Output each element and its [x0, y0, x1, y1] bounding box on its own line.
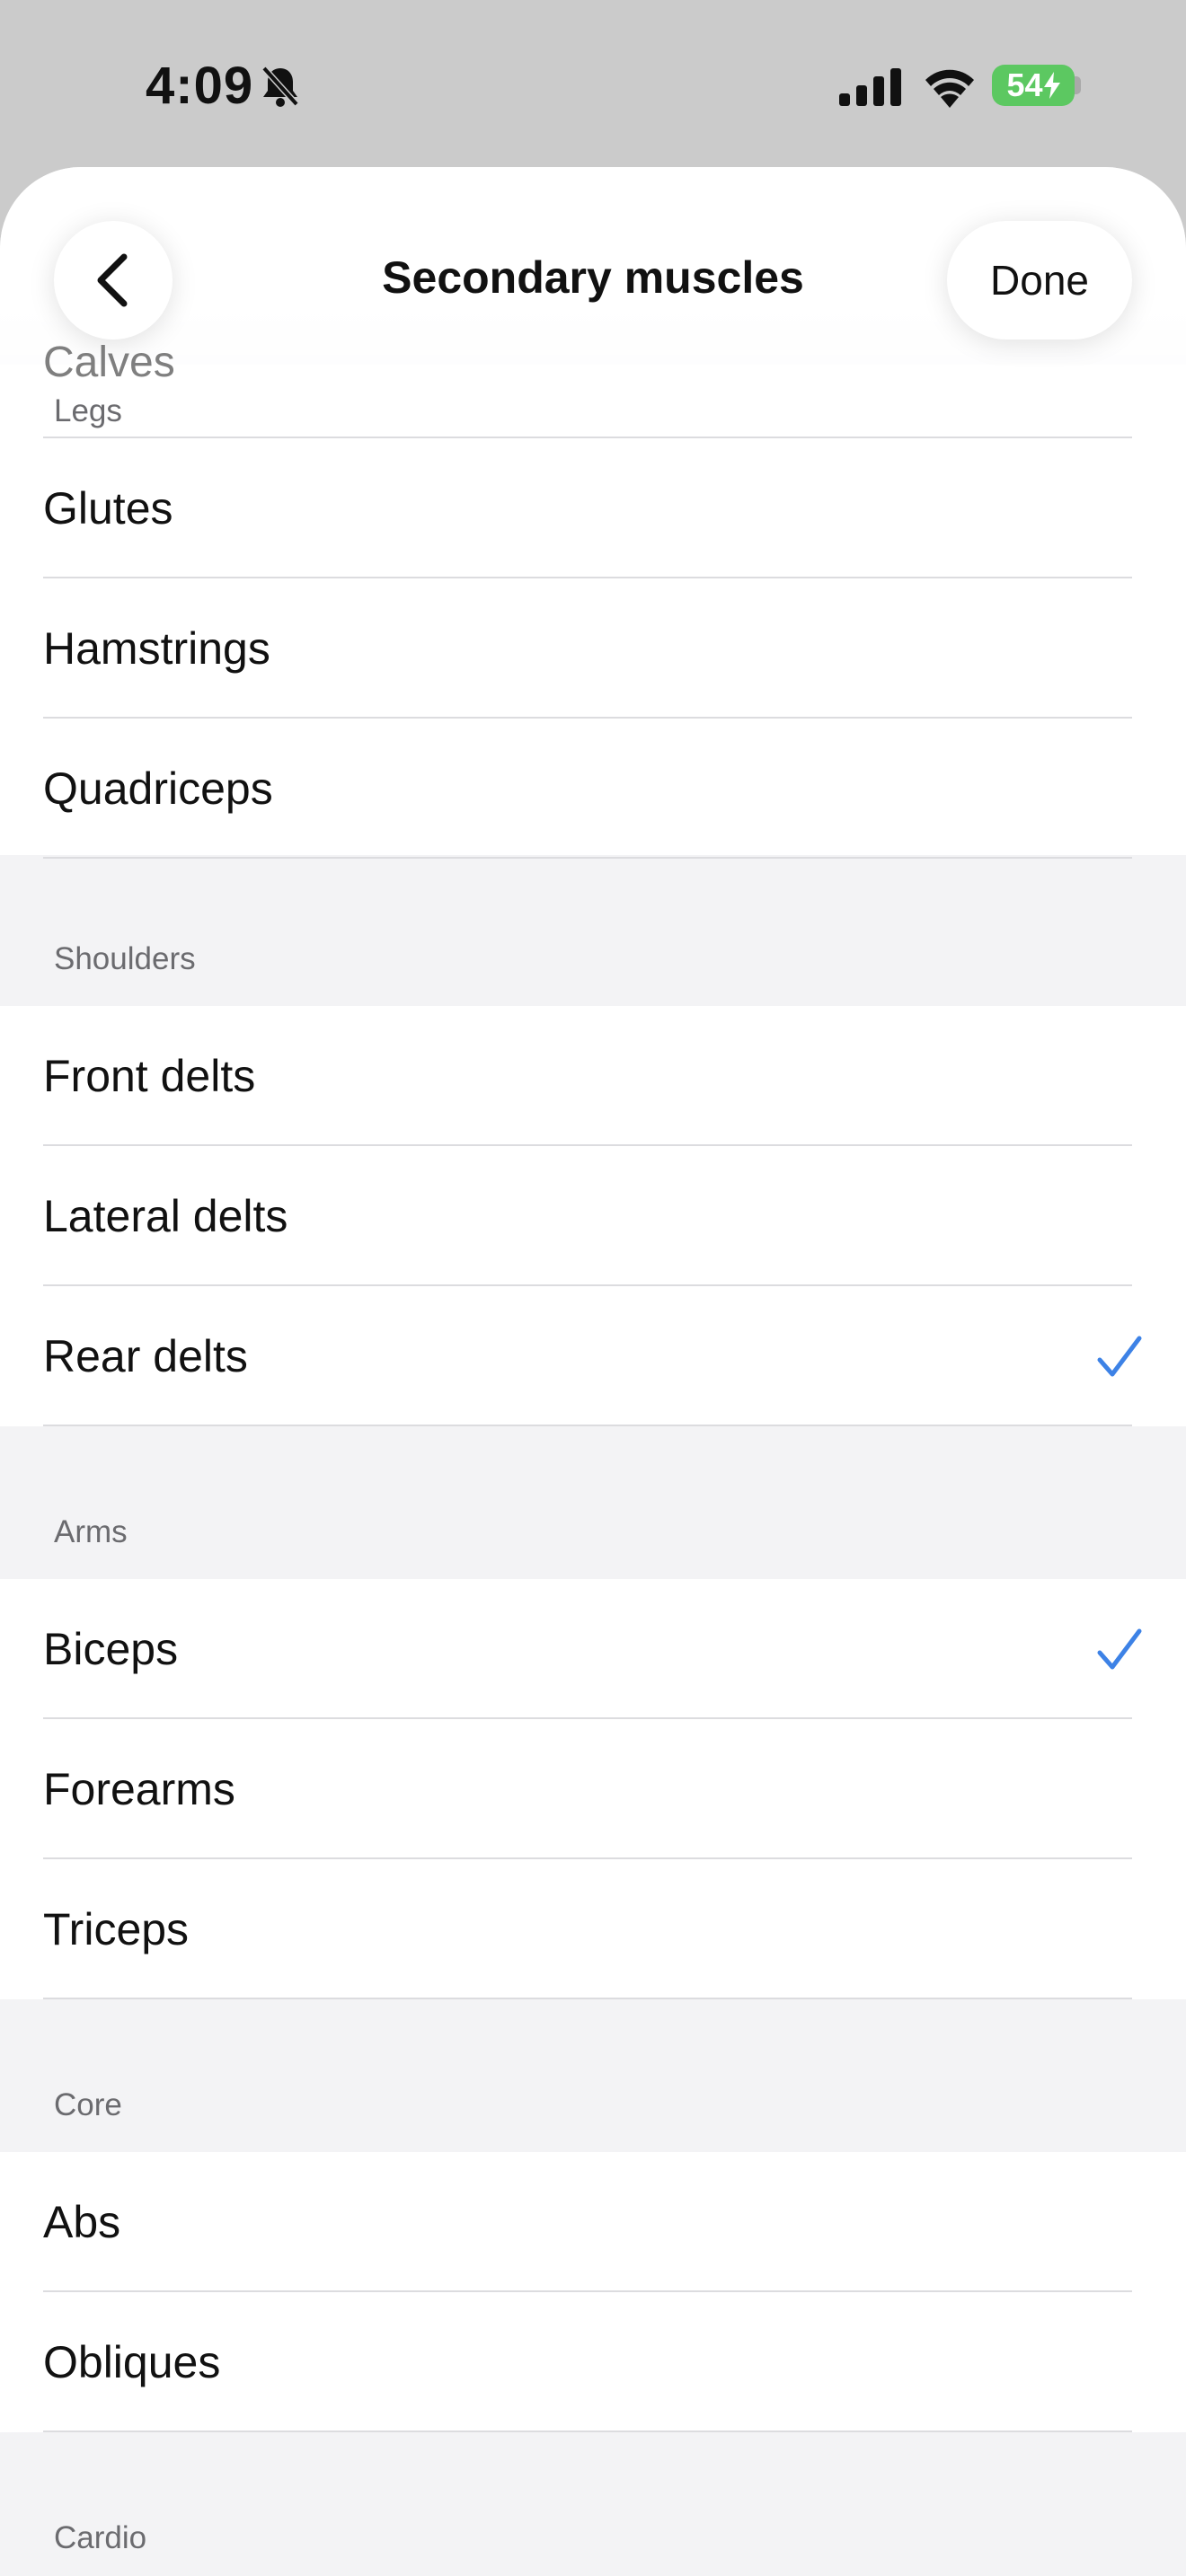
list-item-label: Lateral delts: [43, 1191, 288, 1241]
list-item-label: Forearms: [43, 1764, 235, 1814]
list-item-glutes[interactable]: Glutes: [0, 438, 1186, 578]
checkmark-icon: [1097, 1336, 1142, 1377]
list-item-quadriceps[interactable]: Quadriceps: [0, 719, 1186, 859]
status-bar: 4:09 54: [0, 0, 1186, 167]
status-time: 4:09: [146, 57, 254, 115]
battery-indicator: 54: [992, 65, 1075, 106]
list-item-triceps[interactable]: Triceps: [0, 1859, 1186, 1999]
divider: [43, 857, 1132, 859]
list-item-label: Abs: [43, 2197, 121, 2247]
list-item-label: Rear delts: [43, 1331, 248, 1381]
list-item-rear-delts[interactable]: Rear delts: [0, 1286, 1186, 1426]
divider: [43, 1425, 1132, 1426]
list-item-hamstrings[interactable]: Hamstrings: [0, 578, 1186, 719]
list-item-front-delts[interactable]: Front delts: [0, 1006, 1186, 1146]
list-item-label: Triceps: [43, 1904, 190, 1954]
list-item-label: Obliques: [43, 2337, 221, 2387]
charging-bolt-icon: [1043, 72, 1060, 99]
list-item-label: Hamstrings: [43, 623, 270, 674]
cellular-signal-icon: [839, 68, 901, 106]
battery-level: 54: [1006, 66, 1043, 103]
section-header-core: Core: [54, 2087, 122, 2122]
list-item-label: Glutes: [43, 483, 173, 534]
bell-slash-icon: [261, 66, 299, 107]
secondary-muscles-sheet: Secondary muscles Done Calves Legs Glute…: [0, 167, 1186, 2576]
wifi-icon: [925, 69, 974, 108]
section-shoulders: Front delts Lateral delts Rear delts: [0, 1006, 1186, 1426]
battery-cap: [1075, 76, 1081, 94]
divider: [43, 2430, 1132, 2432]
checkmark-icon: [1097, 1628, 1142, 1670]
list-item-abs[interactable]: Abs: [0, 2152, 1186, 2292]
list-item-biceps[interactable]: Biceps: [0, 1579, 1186, 1719]
divider: [43, 1998, 1132, 1999]
section-header-legs: Legs: [54, 393, 122, 428]
list-item-lateral-delts[interactable]: Lateral delts: [0, 1146, 1186, 1286]
navigation-bar: Secondary muscles Done: [0, 167, 1186, 365]
section-legs: Glutes Hamstrings Quadriceps: [0, 365, 1186, 859]
list-item-label: Biceps: [43, 1624, 179, 1674]
list-item-label: Quadriceps: [43, 763, 273, 814]
done-button[interactable]: Done: [947, 221, 1132, 340]
section-header-arms: Arms: [54, 1514, 128, 1549]
section-header-cardio: Cardio: [54, 2520, 147, 2555]
section-core: Abs Obliques: [0, 2152, 1186, 2432]
section-header-shoulders: Shoulders: [54, 941, 196, 976]
list-item-obliques[interactable]: Obliques: [0, 2292, 1186, 2432]
list-item-calves-partial[interactable]: Calves: [43, 338, 175, 387]
list-item-label: Front delts: [43, 1051, 256, 1101]
section-arms: Biceps Forearms Triceps: [0, 1579, 1186, 1999]
list-item-forearms[interactable]: Forearms: [0, 1719, 1186, 1859]
